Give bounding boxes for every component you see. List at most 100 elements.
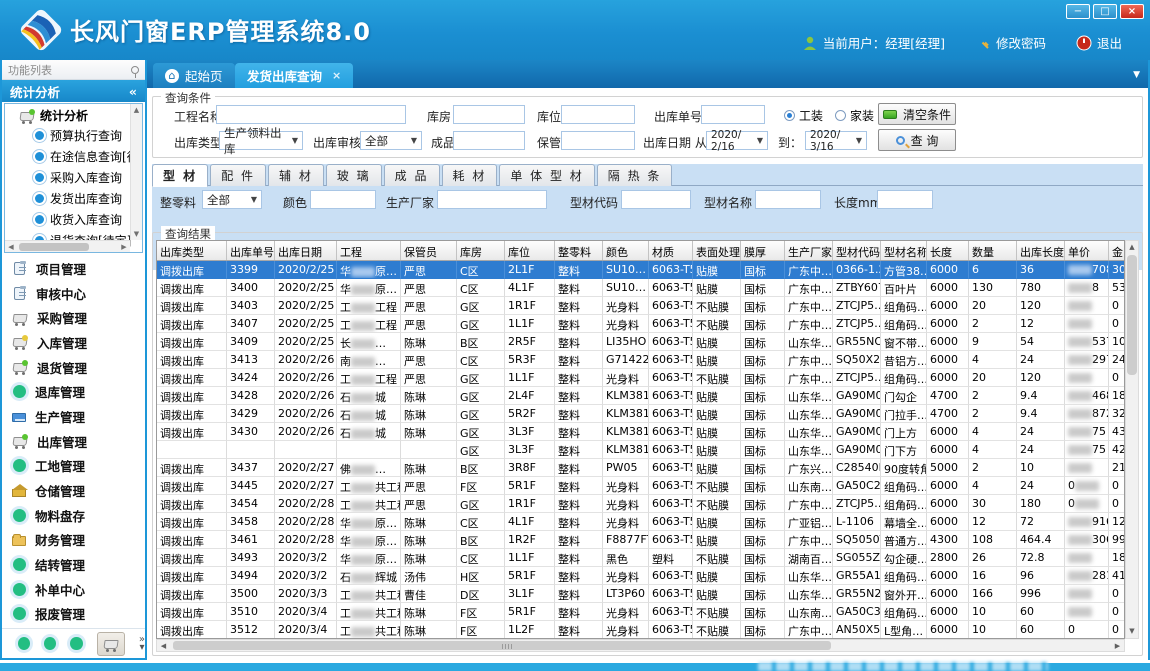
table-row[interactable]: 调拨出库35102020/3/4工共工程陈琳F区5R1F整料光身料6063-T5… [157,603,1124,621]
order-no-input[interactable] [701,105,765,124]
shortcut-dot-icon[interactable] [44,637,56,650]
table-row[interactable]: 调拨出库35002020/3/3工共工程曹佳D区3L1F整料LT3P606063… [157,585,1124,603]
column-header[interactable]: 数量 [969,241,1017,260]
sidebar-item-项目管理[interactable]: 项目管理 [2,256,145,281]
table-scrollbar-vertical[interactable]: ▲ ▼ [1125,240,1139,639]
tab-home[interactable]: ⌂ 起始页 [153,63,235,88]
table-row[interactable]: 调拨出库34072020/2/25工工程严思G区1L1F整料光身料6063-T5… [157,315,1124,333]
tree-scrollbar-horizontal[interactable]: ◀▶ [5,240,130,252]
scroll-left-icon[interactable]: ◀ [157,640,170,651]
horizontal-scroll-thumb[interactable] [173,641,831,650]
column-header[interactable]: 库位 [505,241,555,260]
table-row[interactable]: 调拨出库34292020/2/26石城陈琳G区5R2F整料KLM38176063… [157,405,1124,423]
column-header[interactable]: 单价 [1065,241,1109,260]
tree-item[interactable]: 采购入库查询 [5,167,142,188]
table-row[interactable]: 调拨出库34542020/2/28工共工程严思G区1R1F整料光身料6063-T… [157,495,1124,513]
column-header[interactable]: 颜色 [603,241,649,260]
shortcut-dot-icon[interactable] [70,637,82,650]
sidebar-item-退货管理[interactable]: 退货管理 [2,355,145,380]
table-row[interactable]: 调拨出库34002020/2/25华原…严思C区4L1F整料SU10…6063-… [157,279,1124,297]
column-header[interactable]: 长度 [927,241,969,260]
material-tab-6[interactable]: 耗 材 [442,164,498,186]
keeper-input[interactable] [561,131,635,150]
tree-item[interactable]: 发货出库查询 [5,188,142,209]
scroll-right-icon[interactable]: ▶ [1111,640,1124,651]
pin-icon[interactable] [131,66,139,74]
table-row[interactable]: 调拨出库34932020/3/2华原…陈琳C区1L1F整料黑色塑料不贴膜国标湖南… [157,549,1124,567]
column-header[interactable]: 表面处理 [693,241,741,260]
tab-list-dropdown-icon[interactable]: ▼ [1133,70,1140,80]
tree-item[interactable]: 预算执行查询 [5,125,142,146]
logout-button[interactable]: 退出 [1076,33,1122,52]
product-type-input[interactable] [453,131,525,150]
material-tab-2[interactable]: 配 件 [210,164,266,186]
audit-select[interactable]: 全部▼ [360,131,422,150]
table-row[interactable]: 调拨出库34612020/2/28华原…陈琳B区1R2F整料F8877FT606… [157,531,1124,549]
collapse-icon[interactable]: « [129,84,137,99]
date-from-picker[interactable]: 2020/ 2/16▼ [706,131,768,150]
clear-conditions-button[interactable]: 清空条件 [878,103,956,125]
whole-part-select[interactable]: 全部▼ [202,190,262,209]
cart-shortcut-button[interactable] [97,632,125,656]
sidebar-item-报废管理[interactable]: 报废管理 [2,601,145,626]
column-header[interactable]: 出库单号 [227,241,275,260]
table-scrollbar-horizontal[interactable]: ◀ ▶ [156,639,1125,652]
table-row[interactable]: G区3L3F整料KLM38176063-T5贴膜国标山东华…GA90M09.门下… [157,441,1124,459]
sidebar-item-退库管理[interactable]: 退库管理 [2,379,145,404]
scroll-up-icon[interactable]: ▲ [1126,241,1138,254]
material-tab-1[interactable]: 型 材 [152,164,208,187]
radio-gongzhuang[interactable]: 工装 [784,107,823,124]
table-row[interactable]: 调拨出库34372020/2/27佛…陈琳B区3R8F整料PW056063-T5… [157,459,1124,477]
table-row[interactable]: 调拨出库34032020/2/25工工程严思G区1R1F整料光身料6063-T5… [157,297,1124,315]
location-input[interactable] [561,105,635,124]
table-row[interactable]: 调拨出库34582020/2/28华原…陈琳C区4L1F整料光身料6063-T5… [157,513,1124,531]
table-row[interactable]: 调拨出库34942020/3/2石辉城汤伟H区5R1F整料光身料6063-T5贴… [157,567,1124,585]
column-header[interactable]: 出库日期 [275,241,337,260]
material-tab-5[interactable]: 成 品 [384,164,440,186]
table-row[interactable]: 调拨出库34452020/2/27工共工程严思F区5R1F整料光身料6063-T… [157,477,1124,495]
color-input[interactable] [310,190,376,209]
more-options-icon[interactable]: »▾ [139,636,145,652]
column-header[interactable]: 工程 [337,241,401,260]
column-header[interactable]: 金 [1109,241,1125,260]
column-header[interactable]: 出库类型 [157,241,227,260]
tree-item[interactable]: 收货入库查询 [5,209,142,230]
sidebar-item-审核中心[interactable]: 审核中心 [2,281,145,306]
material-tab-7[interactable]: 单 体 型 材 [499,164,594,186]
sidebar-item-工地管理[interactable]: 工地管理 [2,453,145,478]
tree-item[interactable]: 在途信息查询[待 [5,146,142,167]
sidebar-item-入库管理[interactable]: 入库管理 [2,330,145,355]
radio-jiazhuang[interactable]: 家装 [835,107,874,124]
tree-root-statistics[interactable]: 统计分析 [5,104,142,125]
column-header[interactable]: 型材代码 [833,241,881,260]
table-row[interactable]: 调拨出库33992020/2/25华原…严思C区2L1F整料SU10…6063-… [157,261,1124,279]
sidebar-item-生产管理[interactable]: 生产管理 [2,404,145,429]
sidebar-item-补单中心[interactable]: 补单中心 [2,577,145,602]
tab-close-icon[interactable]: × [332,69,341,82]
minimize-button[interactable]: − [1066,4,1090,19]
table-row[interactable]: 调拨出库34242020/2/26工工程严思G区1L1F整料光身料6063-T5… [157,369,1124,387]
column-header[interactable]: 型材名称 [881,241,927,260]
manufacturer-input[interactable] [437,190,547,209]
vertical-scroll-thumb[interactable] [1127,255,1137,375]
profile-code-input[interactable] [621,190,691,209]
material-tab-8[interactable]: 隔 热 条 [597,164,673,186]
warehouse-input[interactable] [453,105,525,124]
close-button[interactable]: × [1120,4,1144,19]
column-header[interactable]: 保管员 [401,241,457,260]
sidebar-item-财务管理[interactable]: 财务管理 [2,527,145,552]
sidebar-item-出库管理[interactable]: 出库管理 [2,429,145,454]
out-type-select[interactable]: 生产领料出库▼ [219,131,303,150]
column-header[interactable]: 出库长度 [1017,241,1065,260]
column-header[interactable]: 整零料 [555,241,603,260]
table-row[interactable]: 调拨出库34282020/2/26石城陈琳G区2L4F整料KLM38176063… [157,387,1124,405]
shortcut-dot-icon[interactable] [18,637,30,650]
material-tab-3[interactable]: 辅 材 [268,164,324,186]
sidebar-item-仓储管理[interactable]: 仓储管理 [2,478,145,503]
search-button[interactable]: 查 询 [878,129,956,151]
scroll-down-icon[interactable]: ▼ [1126,625,1138,638]
sidebar-item-物料盘存[interactable]: 物料盘存 [2,503,145,528]
table-row[interactable]: 调拨出库34302020/2/26石城陈琳G区3L3F整料KLM38176063… [157,423,1124,441]
column-header[interactable]: 生产厂家 [785,241,833,260]
profile-name-input[interactable] [755,190,821,209]
